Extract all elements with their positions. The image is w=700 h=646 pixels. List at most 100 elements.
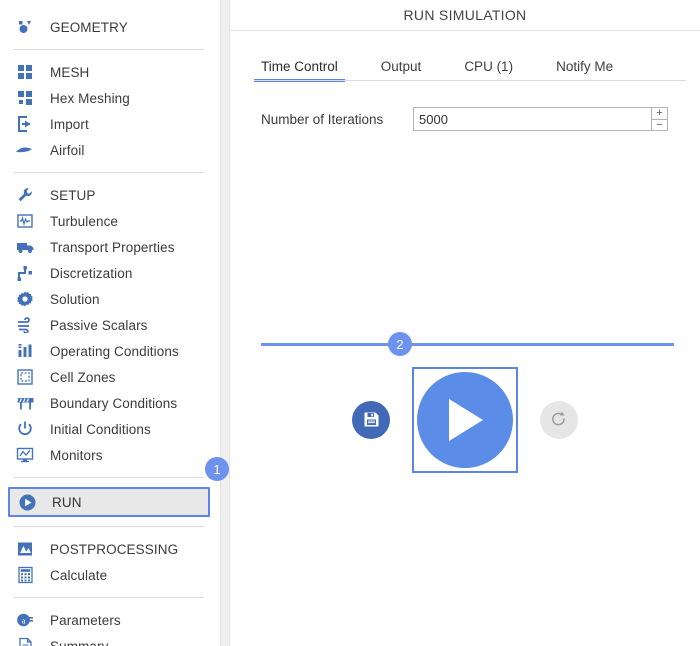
mesh-grid-icon (14, 61, 36, 83)
monitor-chart-icon (14, 444, 36, 466)
sidebar-item-hex-meshing[interactable]: Hex Meshing (0, 85, 220, 111)
power-icon (14, 418, 36, 440)
airfoil-icon (14, 139, 36, 161)
iterations-row: Number of Iterations + − (230, 107, 700, 131)
action-area-separator (261, 343, 674, 346)
spinner-decrement-button[interactable]: − (652, 120, 667, 131)
sidebar-item-boundary-conditions[interactable]: Boundary Conditions (0, 390, 220, 416)
annotation-badge-1: 1 (205, 457, 229, 481)
sidebar-divider (14, 49, 204, 50)
sidebar-item-summary[interactable]: Summary (0, 633, 220, 646)
sidebar-label: Passive Scalars (50, 317, 148, 333)
sidebar-label: SETUP (50, 187, 96, 203)
reset-refresh-icon (550, 411, 568, 429)
discretization-steps-icon (14, 262, 36, 284)
import-icon (14, 113, 36, 135)
sidebar-item-airfoil[interactable]: Airfoil (0, 137, 220, 163)
sidebar-label: Summary (50, 638, 109, 646)
sidebar-item-import[interactable]: Import (0, 111, 220, 137)
sidebar-label: Hex Meshing (50, 90, 130, 106)
wind-icon (14, 314, 36, 336)
sidebar-label: RUN (52, 494, 82, 510)
gear-icon (14, 288, 36, 310)
wrench-icon (14, 184, 36, 206)
sidebar-item-transport-properties[interactable]: Transport Properties (0, 234, 220, 260)
floppy-disk-icon (363, 411, 380, 428)
number-of-iterations-input[interactable] (414, 109, 639, 129)
sidebar-label: Transport Properties (50, 239, 175, 255)
document-icon (14, 635, 36, 646)
sidebar-item-operating-conditions[interactable]: Operating Conditions (0, 338, 220, 364)
sidebar-item-run[interactable]: RUN (8, 487, 210, 517)
main-panel: RUN SIMULATION Time Control Output CPU (… (230, 0, 700, 646)
tab-bar-divider (254, 80, 686, 81)
reset-button[interactable] (540, 400, 578, 439)
sidebar-item-passive-scalars[interactable]: Passive Scalars (0, 312, 220, 338)
tab-label: Notify Me (556, 59, 614, 74)
mountains-image-icon (14, 538, 36, 560)
hex-mesh-icon (14, 87, 36, 109)
sidebar-item-cell-zones[interactable]: Cell Zones (0, 364, 220, 390)
iterations-field[interactable]: + − (413, 107, 668, 131)
tab-time-control[interactable]: Time Control (254, 59, 345, 82)
svg-text:a: a (22, 615, 26, 625)
application-window: GEOMETRY MESH Hex Meshing Import Airfoil… (0, 0, 700, 646)
sidebar-label: Operating Conditions (50, 343, 179, 359)
tab-label: Output (380, 59, 422, 74)
run-simulation-button[interactable] (417, 371, 513, 468)
tab-label: Time Control (261, 59, 338, 74)
tab-notify-me[interactable]: Notify Me (556, 59, 613, 81)
sidebar-divider (14, 526, 204, 527)
sidebar-label: Airfoil (50, 142, 85, 158)
sidebar-divider (14, 172, 204, 173)
sidebar-item-geometry[interactable]: GEOMETRY (0, 14, 220, 40)
sidebar-item-monitors[interactable]: Monitors (0, 442, 220, 468)
sidebar-label: Discretization (50, 265, 133, 281)
sidebar-navigation: GEOMETRY MESH Hex Meshing Import Airfoil… (0, 0, 220, 646)
sidebar-item-setup[interactable]: SETUP (0, 182, 220, 208)
iterations-label: Number of Iterations (261, 111, 384, 127)
sidebar-divider (14, 477, 204, 478)
sidebar-item-postprocessing[interactable]: POSTPROCESSING (0, 536, 220, 562)
sidebar-item-turbulence[interactable]: Turbulence (0, 208, 220, 234)
play-circle-icon (16, 491, 38, 513)
sidebar-label: Turbulence (50, 213, 119, 229)
turbulence-waveform-icon (14, 210, 36, 232)
sidebar-item-initial-conditions[interactable]: Initial Conditions (0, 416, 220, 442)
sidebar-label: Calculate (50, 567, 108, 583)
sidebar-label: GEOMETRY (50, 19, 128, 35)
sidebar-item-mesh[interactable]: MESH (0, 59, 220, 85)
truck-icon (14, 236, 36, 258)
geometry-icon (14, 16, 36, 38)
sidebar-item-parameters[interactable]: a Parameters (0, 607, 220, 633)
sidebar-item-solution[interactable]: Solution (0, 286, 220, 312)
sidebar-item-calculate[interactable]: Calculate (0, 562, 220, 588)
tab-output[interactable]: Output (381, 59, 422, 81)
sidebar-label: Monitors (50, 447, 103, 463)
dashed-square-icon (14, 366, 36, 388)
parameters-at-icon: a (14, 609, 36, 631)
sidebar-label: Import (50, 116, 89, 132)
tab-label: CPU (1) (464, 59, 514, 74)
tab-cpu[interactable]: CPU (1) (464, 59, 513, 81)
page-title: RUN SIMULATION (403, 7, 527, 23)
calculator-icon (14, 564, 36, 586)
tab-bar: Time Control Output CPU (1) Notify Me (230, 47, 700, 82)
annotation-badge-2: 2 (388, 332, 412, 356)
sidebar-label: Initial Conditions (50, 421, 151, 437)
sidebar-divider (14, 597, 204, 598)
sidebar-gutter (220, 0, 230, 646)
run-button-highlight (412, 366, 518, 473)
sidebar-label: MESH (50, 64, 90, 80)
sidebar-item-discretization[interactable]: Discretization (0, 260, 220, 286)
save-button[interactable] (352, 400, 390, 439)
sidebar-label: Solution (50, 291, 100, 307)
barrier-icon (14, 392, 36, 414)
sidebar-label: POSTPROCESSING (50, 541, 179, 557)
iterations-spinner: + − (651, 107, 668, 131)
sidebar-label: Parameters (50, 612, 121, 628)
sidebar-label: Cell Zones (50, 369, 116, 385)
action-buttons-row (230, 362, 700, 477)
play-icon (443, 396, 487, 444)
title-divider (230, 30, 700, 31)
